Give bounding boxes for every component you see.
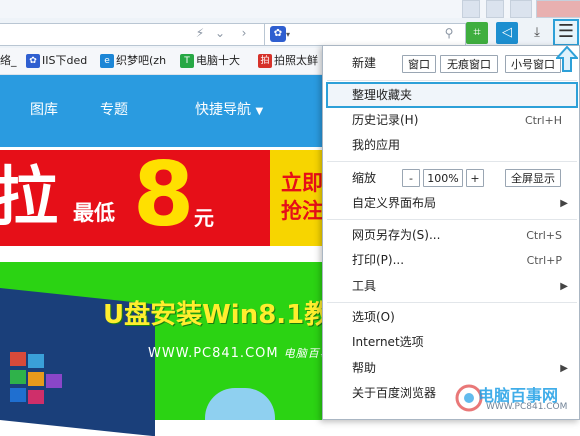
menu-item-my-apps[interactable]: 我的应用 (326, 133, 578, 158)
menu-item-custom-layout[interactable]: 自定义界面布局 ▶ (326, 191, 578, 216)
zoom-in-button[interactable]: + (466, 169, 484, 187)
new-small-window-button[interactable]: 小号窗口 (505, 55, 561, 73)
bookmark-label: 电脑十大 (196, 54, 240, 67)
banner-yuan: 元 (194, 206, 214, 230)
paw-icon: ✿ (270, 26, 286, 42)
chevron-right-icon[interactable]: › (236, 25, 252, 42)
bookmark-label: 拍照太鲜 (274, 54, 318, 67)
bookmark-item[interactable]: 拍拍照太鲜 (258, 52, 318, 70)
zoom-label: 缩放 (352, 171, 377, 185)
e-icon: e (100, 54, 114, 68)
menu-item-label: 关于百度浏览器 (352, 386, 437, 400)
promo-url-text: WWW.PC841.COM (148, 346, 279, 361)
restore-button[interactable] (510, 0, 532, 18)
download-icon[interactable]: ⤓ (526, 22, 548, 44)
crop-icon[interactable]: ⌗ (466, 22, 488, 44)
minimize-button[interactable] (486, 0, 504, 18)
menu-item-label: 整理收藏夹 (352, 88, 413, 102)
menu-separator (327, 80, 577, 81)
nav-quick-label: 快捷导航 (195, 102, 251, 118)
menu-item-label: 工具 (352, 279, 377, 293)
menu-separator (327, 302, 577, 303)
bookmark-item[interactable]: e 织梦吧(zh (100, 52, 166, 70)
menu-item-tools[interactable]: 工具 ▶ (326, 274, 578, 299)
bookmark-label: 织梦吧(zh (116, 54, 167, 67)
arrow-up-icon (554, 45, 580, 72)
hamburger-menu-icon: ☰ (557, 21, 575, 42)
chevron-down-icon: ▼ (255, 106, 264, 117)
win-tile (28, 390, 44, 404)
bookmark-label: IIS下ded (42, 54, 88, 67)
menu-item-label: 历史记录(H) (352, 113, 419, 127)
bookmark-label: 络_ (0, 54, 17, 67)
win-tile (28, 372, 44, 386)
menu-item-print[interactable]: 打印(P)... Ctrl+P (326, 248, 578, 273)
chevron-down-icon[interactable]: ⌄ (212, 25, 228, 42)
menu-item-label: 我的应用 (352, 138, 401, 152)
skin-button[interactable] (462, 0, 480, 18)
promo-title: U盘安装Win8.1教 (103, 300, 331, 330)
lightning-icon[interactable]: ⚡ (192, 25, 208, 42)
menu-item-organize-favorites[interactable]: 整理收藏夹 (326, 82, 578, 108)
nav-topics[interactable]: 专题 (100, 100, 128, 120)
chevron-down-icon: ▾ (286, 30, 291, 39)
new-window-button[interactable]: 窗口 (402, 55, 436, 73)
menu-item-options[interactable]: 选项(O) (326, 305, 578, 330)
menu-item-label: 网页另存为(S)... (352, 228, 441, 242)
banner-right-line2: 抢注 (281, 199, 323, 223)
menu-item-label: 打印(P)... (352, 253, 405, 267)
menu-item-shortcut: Ctrl+H (524, 114, 562, 127)
pc-icon: 拍 (258, 54, 272, 68)
search-icon[interactable]: ⚲ (441, 25, 457, 42)
nav-gallery[interactable]: 图库 (30, 100, 58, 120)
watermark-url: WWW.PC841.COM (486, 402, 568, 412)
menu-separator (327, 161, 577, 162)
search-engine-selector[interactable]: ✿ ▾ (270, 25, 296, 42)
chevron-right-icon: ▶ (560, 281, 568, 292)
banner-big-char: 拉 (0, 160, 58, 235)
menu-item-shortcut: Ctrl+P (526, 254, 562, 267)
chevron-right-icon: ▶ (560, 198, 568, 209)
bookmark-item[interactable]: T 电脑十大 (180, 52, 240, 70)
menu-row-zoom: 缩放 - 100% + 全屏显示 (326, 166, 578, 191)
paw-icon: ✿ (26, 54, 40, 68)
menu-item-history[interactable]: 历史记录(H) Ctrl+H (326, 108, 578, 133)
banner-lowest: 最低 (73, 201, 115, 225)
fullscreen-button[interactable]: 全屏显示 (505, 169, 561, 187)
promo-url: WWW.PC841.COM 电脑百事网 (148, 345, 344, 363)
menu-item-shortcut: Ctrl+S (526, 229, 562, 242)
new-incognito-window-button[interactable]: 无痕窗口 (440, 55, 498, 73)
menu-item-label: 自定义界面布局 (352, 196, 437, 210)
win-tile (10, 370, 26, 384)
menu-separator (327, 219, 577, 220)
main-menu-button[interactable]: ☰ (553, 19, 579, 46)
menu-item-save-as[interactable]: 网页另存为(S)... Ctrl+S (326, 223, 578, 248)
zoom-out-button[interactable]: - (402, 169, 420, 187)
menu-item-label: 帮助 (352, 361, 377, 375)
nav-quick[interactable]: 快捷导航 ▼ (195, 100, 263, 120)
zoom-level: 100% (423, 169, 463, 187)
close-button[interactable] (536, 0, 580, 18)
menu-item-internet-options[interactable]: Internet选项 (326, 330, 578, 355)
menu-item-label: 选项(O) (352, 310, 395, 324)
menu-item-label: Internet选项 (352, 335, 424, 349)
win-tile (10, 352, 26, 366)
menu-row-new: 新建 窗口 无痕窗口 小号窗口 (326, 51, 578, 76)
win-tile (46, 374, 62, 388)
win-tile (28, 354, 44, 368)
win-tile (10, 388, 26, 402)
bookmark-item[interactable]: ✿ IIS下ded (26, 52, 87, 70)
banner-eight: 8 (133, 143, 195, 246)
banner-right-line1: 立即 (281, 171, 323, 195)
t-icon: T (180, 54, 194, 68)
share-icon[interactable]: ◁ (496, 22, 518, 44)
bookmark-item[interactable]: 络_ (0, 52, 17, 70)
menu-new-label: 新建 (352, 56, 377, 70)
